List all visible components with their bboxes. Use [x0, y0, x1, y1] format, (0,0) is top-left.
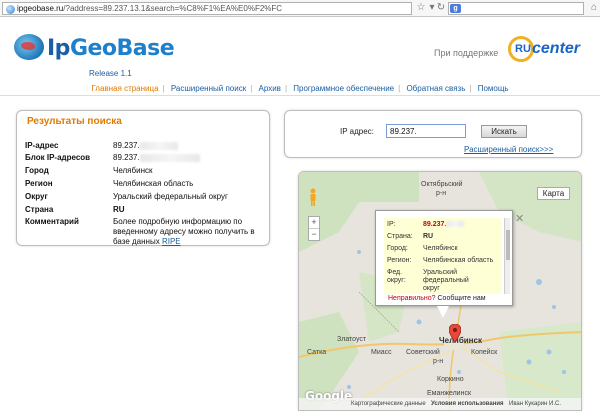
dropdown-arrow-icon[interactable]: ▾ — [428, 2, 436, 15]
redacted-block — [139, 141, 178, 150]
google-map[interactable]: + − Карта Октябрьский р-н Златоуст Миасс… — [299, 172, 581, 410]
globe-logo-icon — [14, 34, 44, 60]
close-icon[interactable]: ✕ — [515, 212, 524, 225]
nav-feedback[interactable]: Обратная связь — [406, 84, 465, 93]
map-data-credit: Картографические данные — [351, 401, 426, 407]
street-view-pegman-icon[interactable] — [308, 188, 318, 206]
results-panel: Результаты поиска IP-адрес 89.237. Блок … — [16, 110, 270, 246]
city-label: Копейск — [471, 349, 498, 356]
main-nav: Главная страница | Расширенный поиск | Арх… — [0, 84, 600, 93]
info-window: IP: 89.237. Страна: RU Город: Челябинск … — [375, 210, 513, 306]
home-icon[interactable]: ⌂ — [589, 2, 599, 15]
nav-separator: | — [250, 84, 253, 93]
zoom-control: + − — [308, 216, 320, 241]
info-scrollbar[interactable] — [504, 218, 510, 294]
map-extra-credit: Иван Кукарин И.С. — [509, 401, 561, 407]
results-title: Результаты поиска — [27, 116, 122, 127]
logo-text-geobase: GeoBase — [69, 36, 175, 61]
nav-software[interactable]: Программное обеспечение — [293, 84, 394, 93]
ripe-link[interactable]: RIPE — [162, 237, 181, 246]
map-type-button[interactable]: Карта — [537, 187, 570, 200]
city-label: Златоуст — [337, 336, 367, 343]
nav-separator: | — [469, 84, 472, 93]
nav-home[interactable]: Главная страница — [91, 84, 158, 93]
location-marker-icon[interactable] — [449, 324, 461, 342]
redacted-block — [446, 221, 465, 228]
zoom-out-button[interactable]: − — [309, 229, 319, 241]
address-bar[interactable]: ipgeobase.ru/?address=89.237.13.1&search… — [2, 2, 412, 15]
redacted-block — [139, 153, 200, 162]
google-icon[interactable]: g — [450, 4, 461, 13]
city-label: Еманжелинск — [427, 390, 472, 397]
nav-archive[interactable]: Архив — [259, 84, 281, 93]
info-window-tail — [437, 306, 449, 318]
city-label: Советский — [406, 349, 440, 356]
city-label: Октябрьский — [421, 181, 463, 188]
report-line: Неправильно? Сообщите нам — [388, 295, 486, 302]
map-panel: + − Карта Октябрьский р-н Златоуст Миасс… — [298, 171, 582, 411]
nav-advanced-search[interactable]: Расширенный поиск — [171, 84, 246, 93]
nav-separator: | — [398, 84, 401, 93]
ip-search-panel: IP адрес: Искать Расширенный поиск>>> — [284, 110, 582, 158]
info-table: IP: 89.237. Страна: RU Город: Челябинск … — [384, 218, 502, 294]
advanced-search-link[interactable]: Расширенный поиск>>> — [464, 145, 553, 154]
site-globe-icon — [6, 5, 15, 14]
search-button[interactable]: Искать — [481, 125, 527, 138]
city-label: Коркино — [437, 376, 464, 383]
reload-icon[interactable]: ↻ — [436, 2, 446, 15]
city-label: Сатка — [307, 349, 327, 356]
header-divider — [0, 95, 600, 96]
release-version: Release 1.1 — [89, 69, 132, 78]
city-label: Миасс — [371, 349, 392, 356]
nav-separator: | — [284, 84, 288, 93]
ip-label: IP адрес: — [340, 127, 374, 136]
report-link[interactable]: Сообщите нам — [438, 295, 486, 302]
browser-toolbar: ipgeobase.ru/?address=89.237.13.1&search… — [0, 0, 600, 17]
nav-help[interactable]: Помощь — [478, 84, 509, 93]
rucenter-logo[interactable]: RU center — [508, 36, 588, 66]
terms-link[interactable]: Условия использования — [431, 401, 504, 407]
zoom-in-button[interactable]: + — [309, 217, 319, 229]
ip-input[interactable] — [386, 124, 466, 138]
support-label: При поддержке — [434, 48, 499, 58]
scroll-thumb[interactable] — [506, 230, 510, 260]
city-label: р-н — [436, 190, 447, 197]
ru-ball-icon: RU — [508, 36, 534, 62]
map-footer: Картографические данные Условия использо… — [299, 398, 581, 410]
nav-separator: | — [162, 84, 165, 93]
bookmark-star-icon[interactable]: ☆ — [416, 2, 426, 15]
browser-search-box[interactable]: g — [448, 2, 584, 15]
logo-text-ip: Ip — [47, 36, 70, 61]
city-label: р-н — [433, 358, 444, 365]
